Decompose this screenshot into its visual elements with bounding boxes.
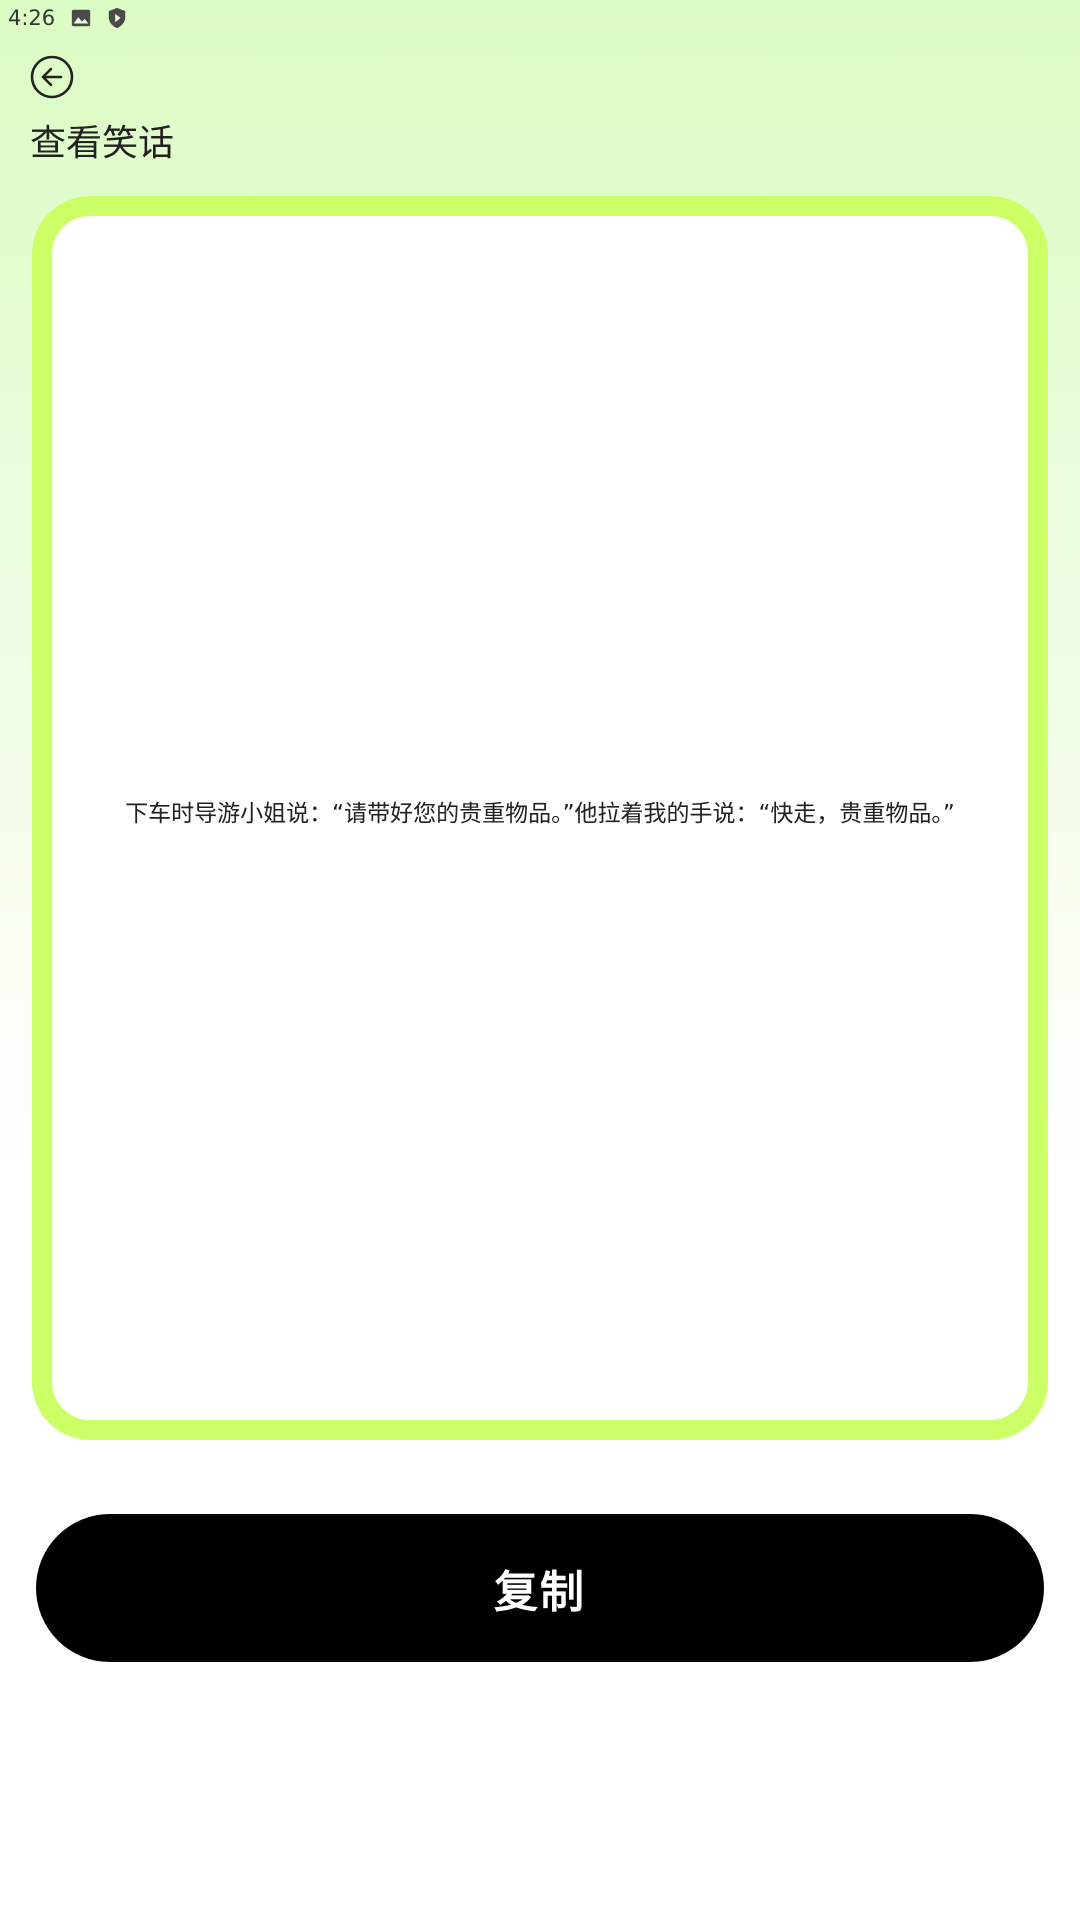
status-time: 4:26: [8, 6, 56, 30]
image-icon: [71, 9, 91, 27]
status-bar: 4:26: [0, 0, 1080, 36]
back-button[interactable]: [30, 55, 74, 99]
shield-play-icon: [108, 7, 126, 29]
joke-text: 下车时导游小姐说：“请带好您的贵重物品。”他拉着我的手说：“快走，贵重物品。”: [125, 801, 955, 827]
arrow-left-circle-icon: [30, 55, 74, 99]
joke-card: 下车时导游小姐说：“请带好您的贵重物品。”他拉着我的手说：“快走，贵重物品。”: [32, 196, 1048, 1440]
page-title: 查看笑话: [30, 123, 175, 164]
copy-button[interactable]: 复制: [36, 1514, 1044, 1662]
